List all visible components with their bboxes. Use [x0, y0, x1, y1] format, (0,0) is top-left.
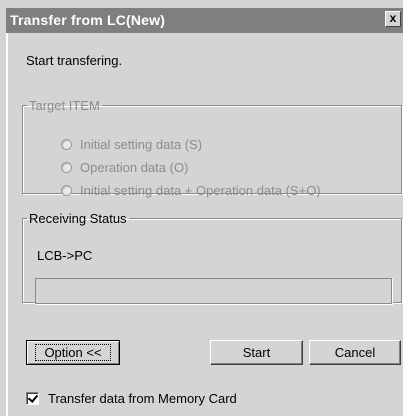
radio-initial-setting[interactable]: Initial setting data (S) [61, 137, 202, 152]
transfer-dialog: Transfer from LC(New) x Start transferin… [0, 0, 403, 416]
close-button[interactable]: x [385, 11, 401, 27]
receiving-status-legend: Receiving Status [29, 211, 127, 226]
radio-initial-plus-operation[interactable]: Initial setting data + Operation data (S… [61, 183, 321, 198]
target-item-group: Target ITEM Initial setting data (S) Ope… [22, 98, 402, 198]
memory-card-label: Transfer data from Memory Card [48, 391, 237, 406]
radio-circle-icon [61, 185, 72, 196]
progress-bar [35, 278, 392, 304]
memory-card-checkbox[interactable] [26, 392, 39, 405]
start-button[interactable]: Start [210, 340, 303, 365]
radio-label: Initial setting data (S) [80, 137, 203, 152]
option-button-label: Option << [35, 344, 111, 361]
close-icon: x [389, 11, 397, 25]
receiving-status-text: LCB->PC [37, 248, 93, 263]
option-button[interactable]: Option << [26, 340, 120, 365]
radio-circle-icon [61, 162, 72, 173]
receiving-status-group: Receiving Status LCB->PC [22, 211, 402, 304]
title-bar[interactable]: Transfer from LC(New) x [6, 8, 403, 33]
target-item-legend: Target ITEM [29, 98, 100, 113]
status-message: Start transfering. [26, 53, 123, 68]
radio-operation-data[interactable]: Operation data (O) [61, 160, 188, 175]
window-frame-left [6, 33, 8, 416]
cancel-button[interactable]: Cancel [309, 340, 401, 365]
radio-label: Operation data (O) [80, 160, 189, 175]
window-title: Transfer from LC(New) [10, 12, 166, 28]
radio-circle-icon [61, 139, 72, 150]
memory-card-checkbox-row[interactable]: Transfer data from Memory Card [26, 391, 237, 406]
radio-label: Initial setting data + Operation data (S… [80, 183, 321, 198]
